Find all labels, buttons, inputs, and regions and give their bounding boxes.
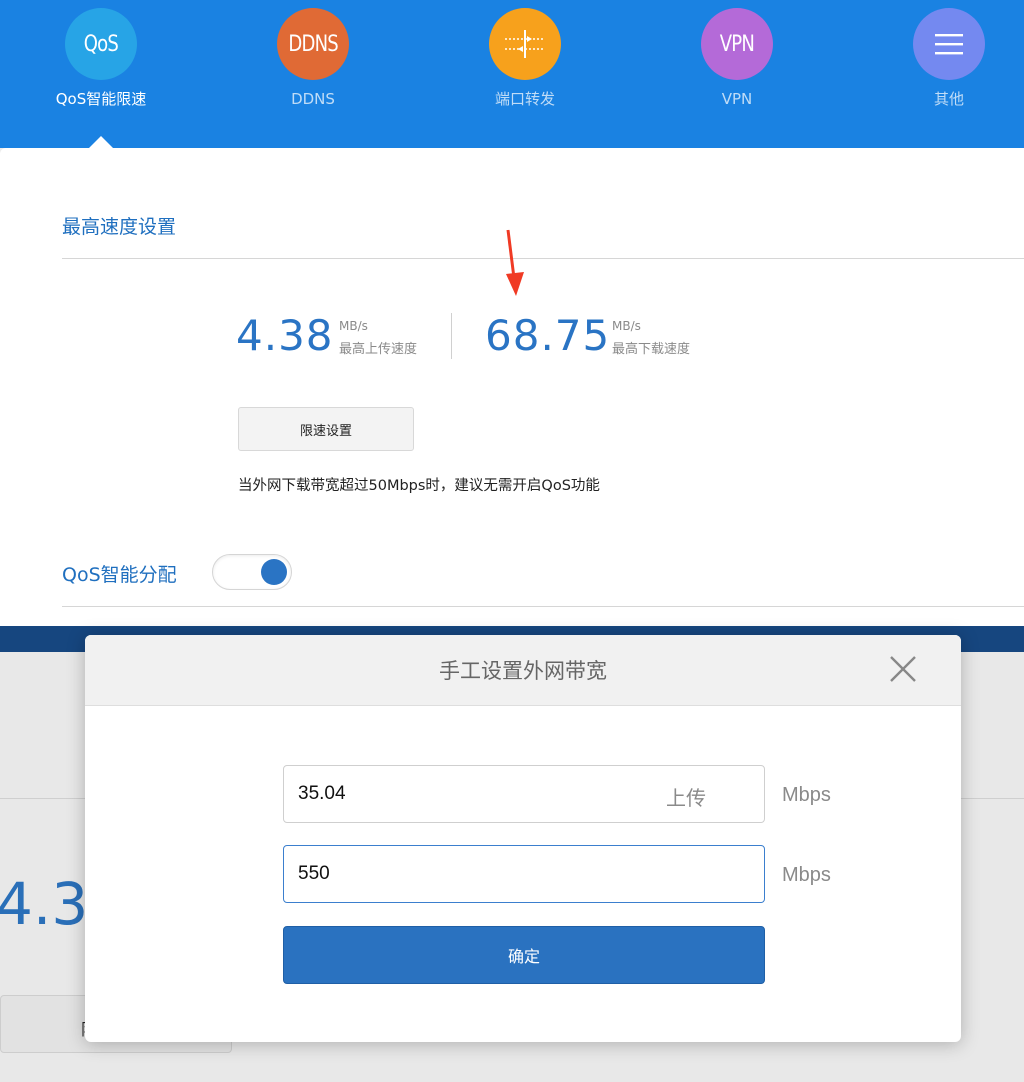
nav-label-vpn: VPN [721, 90, 753, 108]
vpn-icon: VPN [701, 8, 773, 80]
dialog-title: 手工设置外网带宽 [439, 659, 607, 683]
download-speed-label: 最高下载速度 [612, 342, 691, 357]
download-speed-unit: MB/s [612, 319, 641, 333]
download-bandwidth-input[interactable] [283, 845, 765, 903]
divider [62, 606, 1024, 607]
limit-settings-button[interactable]: 限速设置 [238, 407, 414, 451]
port-forward-icon [489, 8, 561, 80]
upload-speed-label: 最高上传速度 [339, 342, 418, 357]
nav-label-qos: QoS智能限速 [55, 90, 147, 108]
confirm-button[interactable]: 确定 [283, 926, 765, 984]
menu-icon [913, 8, 985, 80]
settings-panel: 最高速度设置 4.38 MB/s 最高上传速度 68.75 MB/s 最高下载速… [0, 148, 1024, 626]
download-unit-label: Mbps [782, 864, 831, 886]
nav-item-other[interactable]: 其他 [869, 8, 1024, 108]
nav-label-other: 其他 [933, 90, 964, 108]
dialog-header: 手工设置外网带宽 [85, 635, 961, 706]
background-speed-value: 4.3 [0, 870, 89, 938]
upload-suffix-label: 上传 [666, 786, 706, 810]
upload-unit-label: Mbps [782, 784, 831, 806]
nav-item-port-forward[interactable]: 端口转发 [445, 8, 605, 108]
divider [62, 258, 1024, 259]
speed-section-title: 最高速度设置 [62, 216, 177, 238]
red-arrow-annotation [506, 229, 524, 296]
toggle-knob [261, 559, 287, 585]
nav-label-port-forward: 端口转发 [494, 90, 555, 108]
bandwidth-dialog: 手工设置外网带宽 上传 Mbps Mbps 确定 [85, 635, 961, 1042]
upload-speed-unit: MB/s [339, 319, 368, 333]
nav-label-ddns: DDNS [291, 90, 335, 108]
nav-item-qos[interactable]: QoS QoS智能限速 [21, 8, 181, 108]
nav-item-ddns[interactable]: DDNS DDNS [233, 8, 393, 108]
active-tab-caret [89, 136, 113, 148]
qos-hint-text: 当外网下载带宽超过50Mbps时，建议无需开启QoS功能 [238, 478, 600, 494]
qos-section-title: QoS智能分配 [62, 564, 177, 586]
close-icon[interactable] [885, 651, 921, 687]
download-speed-value: 68.75 [485, 311, 611, 360]
speed-separator [451, 313, 452, 359]
nav-item-vpn[interactable]: VPN VPN [657, 8, 817, 108]
ddns-icon: DDNS [277, 8, 349, 80]
qos-toggle[interactable] [212, 554, 292, 590]
top-nav: QoS QoS智能限速 DDNS DDNS 端口转发 VPN VPN 其他 [0, 0, 1024, 148]
upload-speed-value: 4.38 [236, 311, 334, 360]
qos-icon: QoS [65, 8, 137, 80]
